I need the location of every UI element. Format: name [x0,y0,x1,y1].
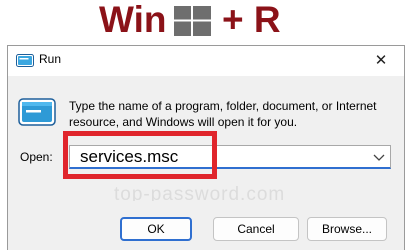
run-icon [18,98,56,126]
windows-logo-icon [174,6,211,36]
browse-button[interactable]: Browse... [307,217,387,241]
ok-button[interactable]: OK [120,217,192,241]
title-bar[interactable]: Run ✕ [8,46,404,76]
cancel-button[interactable]: Cancel [213,217,299,241]
button-bar: OK Cancel Browse... [8,201,404,250]
banner-win-text: Win [99,0,167,40]
dialog-title: Run [39,52,62,66]
dialog-description: Type the name of a program, folder, docu… [69,99,377,129]
open-label: Open: [20,150,53,164]
close-button[interactable]: ✕ [358,46,404,76]
highlight-annotation [63,131,217,179]
banner-plus-r-text: + R [222,0,281,40]
close-icon: ✕ [374,52,388,69]
screenshot: Win + R Run ✕ Type the name of a program… [0,0,412,250]
run-title-icon [16,54,34,67]
chevron-down-icon[interactable] [373,152,385,162]
shortcut-banner: Win + R [0,0,412,40]
run-dialog: Run ✕ Type the name of a program, folder… [7,45,405,250]
